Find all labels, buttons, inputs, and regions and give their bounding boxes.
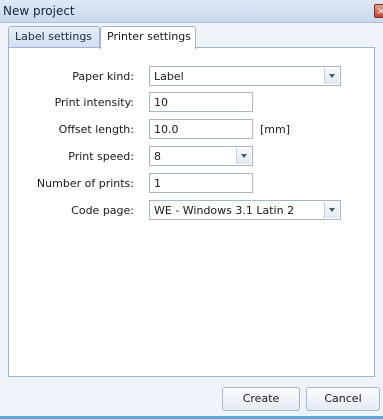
title-bar: New project × bbox=[0, 0, 383, 23]
offset-length-unit: [mm] bbox=[260, 123, 291, 136]
cancel-button[interactable]: Cancel bbox=[306, 387, 380, 411]
printer-settings-panel: Paper kind: Label Print intensity: 10 Of… bbox=[8, 47, 375, 377]
paper-kind-select[interactable]: Label bbox=[149, 66, 341, 86]
chevron-down-icon[interactable] bbox=[236, 148, 251, 164]
offset-length-input[interactable]: 10.0 bbox=[149, 119, 253, 139]
tab-label: Label settings bbox=[15, 30, 93, 43]
tab-label-settings[interactable]: Label settings bbox=[8, 26, 100, 47]
print-speed-label: Print speed: bbox=[68, 150, 134, 163]
dialog-window: New project × Label settings Printer set… bbox=[0, 0, 383, 419]
offset-length-label: Offset length: bbox=[58, 123, 134, 136]
create-button[interactable]: Create bbox=[222, 387, 300, 411]
print-intensity-value: 10 bbox=[154, 96, 168, 109]
paper-kind-label: Paper kind: bbox=[72, 70, 134, 83]
dialog-footer: Create Cancel bbox=[0, 377, 383, 419]
paper-kind-value: Label bbox=[154, 70, 184, 83]
code-page-value: WE - Windows 3.1 Latin 2 bbox=[154, 204, 295, 217]
tab-label: Printer settings bbox=[107, 30, 191, 43]
offset-length-value: 10.0 bbox=[154, 123, 179, 136]
number-of-prints-input[interactable]: 1 bbox=[149, 173, 253, 193]
close-icon[interactable]: × bbox=[374, 4, 383, 18]
window-title: New project bbox=[3, 4, 75, 18]
print-speed-select[interactable]: 8 bbox=[149, 146, 253, 166]
chevron-down-icon[interactable] bbox=[324, 68, 339, 84]
code-page-select[interactable]: WE - Windows 3.1 Latin 2 bbox=[149, 200, 341, 220]
print-intensity-label: Print intensity: bbox=[54, 96, 134, 109]
number-of-prints-value: 1 bbox=[154, 177, 161, 190]
code-page-label: Code page: bbox=[71, 204, 134, 217]
print-speed-value: 8 bbox=[154, 150, 161, 163]
chevron-down-icon[interactable] bbox=[324, 202, 339, 218]
number-of-prints-label: Number of prints: bbox=[36, 177, 134, 190]
tab-printer-settings[interactable]: Printer settings bbox=[100, 26, 196, 49]
close-glyph: × bbox=[376, 6, 383, 17]
print-intensity-input[interactable]: 10 bbox=[149, 92, 253, 112]
